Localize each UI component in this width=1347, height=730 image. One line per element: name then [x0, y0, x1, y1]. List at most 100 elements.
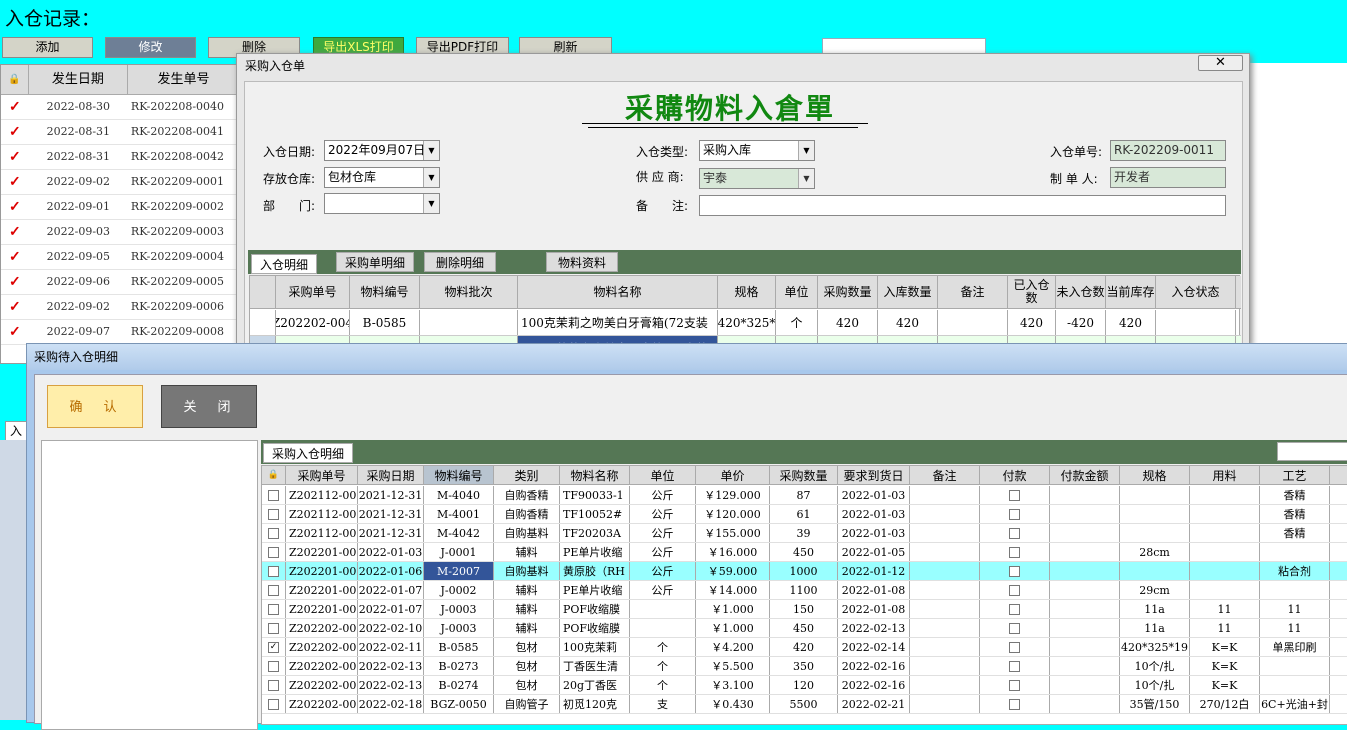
- table-row[interactable]: ✓ 2022-09-06 RK-202209-0005: [1, 270, 239, 295]
- row-select[interactable]: [262, 676, 286, 694]
- table-row[interactable]: ✓ 2022-09-02 RK-202209-0001: [1, 170, 239, 195]
- paid-checkbox[interactable]: [1009, 679, 1020, 691]
- paid-cell[interactable]: [980, 676, 1050, 694]
- paid-cell[interactable]: [980, 619, 1050, 637]
- row-select[interactable]: [262, 657, 286, 675]
- col-10[interactable]: 已入仓数: [1008, 276, 1056, 308]
- date-field[interactable]: 2022年09月07日 ▼: [324, 140, 440, 161]
- col-10[interactable]: 备注: [910, 466, 980, 484]
- tab-in-detail[interactable]: 入仓明细: [251, 254, 317, 274]
- row-select[interactable]: [262, 486, 286, 504]
- paid-cell[interactable]: [980, 486, 1050, 504]
- table-row[interactable]: ✓ 2022-08-30 RK-202208-0040: [1, 95, 239, 120]
- table-row[interactable]: Z202201-00 2022-01-07 J-0003 辅料 POF收缩膜 ￥1.000…: [262, 600, 1347, 619]
- col-4[interactable]: 类别: [494, 466, 560, 484]
- checkbox[interactable]: [268, 489, 279, 501]
- checkbox[interactable]: [268, 698, 279, 710]
- col-3[interactable]: 物料批次: [420, 276, 518, 308]
- chevron-down-icon[interactable]: ▼: [798, 141, 814, 160]
- col-3[interactable]: 物料编号: [424, 466, 494, 484]
- paid-checkbox[interactable]: [1009, 698, 1020, 710]
- tab-po-detail[interactable]: 采购单明细: [336, 252, 414, 272]
- type-select[interactable]: 采购入库 ▼: [699, 140, 815, 161]
- table-row[interactable]: Z202201-00 2022-01-03 J-0001 辅料 PE单片收缩 公斤 ￥16.…: [262, 543, 1347, 562]
- add-button[interactable]: 添加: [2, 37, 93, 58]
- chevron-down-icon[interactable]: ▼: [423, 141, 439, 160]
- row-select[interactable]: [262, 581, 286, 599]
- table-row[interactable]: Z202201-00 2022-01-06 M-2007 自购基料 黄原胶（RH 公斤 ￥5…: [262, 562, 1347, 581]
- table-row[interactable]: Z202202-00 2022-02-13 B-0274 包材 20g丁香医个 ￥3.10…: [262, 676, 1347, 695]
- col-6[interactable]: 单位: [630, 466, 696, 484]
- row-select[interactable]: ✓: [262, 638, 286, 656]
- paid-cell[interactable]: [980, 600, 1050, 618]
- col-11[interactable]: 未入仓数: [1056, 276, 1106, 308]
- table-row[interactable]: ✓ 2022-09-05 RK-202209-0004: [1, 245, 239, 270]
- col-5[interactable]: 物料名称: [560, 466, 630, 484]
- chevron-down-icon[interactable]: ▼: [423, 168, 439, 187]
- tab-material[interactable]: 物料资料: [546, 252, 618, 272]
- col-1[interactable]: 采购单号: [276, 276, 350, 308]
- tab-delete-detail[interactable]: 删除明细: [424, 252, 496, 272]
- row-select[interactable]: [262, 543, 286, 561]
- paid-checkbox[interactable]: [1009, 641, 1020, 653]
- col-13[interactable]: 规格: [1120, 466, 1190, 484]
- paid-cell[interactable]: [980, 524, 1050, 542]
- col-12[interactable]: 当前库存: [1106, 276, 1156, 308]
- chevron-down-icon[interactable]: ▼: [798, 169, 814, 188]
- paid-checkbox[interactable]: [1009, 527, 1020, 539]
- col-15[interactable]: 工艺: [1260, 466, 1330, 484]
- col-8[interactable]: 入库数量: [878, 276, 938, 308]
- warehouse-select[interactable]: 包材仓库 ▼: [324, 167, 440, 188]
- table-row[interactable]: ✓ 2022-08-31 RK-202208-0042: [1, 145, 239, 170]
- table-row[interactable]: Z202202-00 2022-02-18 BGZ-0050 自购管子 初觅120克支 ￥…: [262, 695, 1347, 714]
- table-row[interactable]: Z202202-00 2022-02-10 J-0003 辅料 POF收缩膜 ￥1.000…: [262, 619, 1347, 638]
- checkbox[interactable]: [268, 660, 279, 672]
- checkbox[interactable]: [268, 679, 279, 691]
- col-date[interactable]: 发生日期: [29, 65, 128, 94]
- table-row[interactable]: ✓ 2022-09-07 RK-202209-0008: [1, 320, 239, 345]
- confirm-button[interactable]: 确 认: [47, 385, 143, 428]
- paid-checkbox[interactable]: [1009, 603, 1020, 615]
- table-row[interactable]: ✓ 2022-08-31 RK-202208-0041: [1, 120, 239, 145]
- col-8[interactable]: 采购数量: [770, 466, 838, 484]
- supplier-select[interactable]: 宇泰 ▼: [699, 168, 815, 189]
- table-row[interactable]: Z202112-00 2021-12-31 M-4042 自购基料 TF20203A 公斤…: [262, 524, 1347, 543]
- dept-select[interactable]: ▼: [324, 193, 440, 214]
- col-13[interactable]: 入仓状态: [1156, 276, 1236, 308]
- col-7[interactable]: 采购数量: [818, 276, 878, 308]
- edit-button[interactable]: 修改: [105, 37, 196, 58]
- checkbox[interactable]: [268, 584, 279, 596]
- checkbox[interactable]: [268, 546, 279, 558]
- col-4[interactable]: 物料名称: [518, 276, 718, 308]
- col-2[interactable]: 物料编号: [350, 276, 420, 308]
- col-1[interactable]: 采购单号: [286, 466, 358, 484]
- checkbox[interactable]: [268, 603, 279, 615]
- paid-checkbox[interactable]: [1009, 546, 1020, 558]
- table-row[interactable]: Z202112-00 2021-12-31 M-4001 自购香精 TF10052# 公斤…: [262, 505, 1347, 524]
- paid-cell[interactable]: [980, 638, 1050, 656]
- paid-cell[interactable]: [980, 543, 1050, 561]
- paid-cell[interactable]: [980, 562, 1050, 580]
- col-12[interactable]: 付款金额: [1050, 466, 1120, 484]
- table-row[interactable]: Z202201-00 2022-01-07 J-0002 辅料 PE单片收缩 公斤 ￥14.…: [262, 581, 1347, 600]
- checkbox[interactable]: [268, 527, 279, 539]
- row-select[interactable]: [262, 695, 286, 713]
- row-select[interactable]: [262, 505, 286, 523]
- checkbox[interactable]: [268, 622, 279, 634]
- chevron-down-icon[interactable]: ▼: [423, 194, 439, 213]
- remark-input[interactable]: [699, 195, 1226, 216]
- paid-cell[interactable]: [980, 505, 1050, 523]
- table-row[interactable]: ✓ Z202202-00 2022-02-11 B-0585 包材 100克茉莉个 ￥4.2…: [262, 638, 1347, 657]
- paid-cell[interactable]: [980, 581, 1050, 599]
- row-select[interactable]: [262, 600, 286, 618]
- table-row[interactable]: Z202202-00 2022-02-13 B-0273 包材 丁香医生清个 ￥5.500…: [262, 657, 1347, 676]
- paid-cell[interactable]: [980, 657, 1050, 675]
- checkbox[interactable]: [268, 508, 279, 520]
- col-no[interactable]: 发生单号: [128, 65, 239, 94]
- table-row[interactable]: ✓ 2022-09-03 RK-202209-0003: [1, 220, 239, 245]
- row-select[interactable]: [262, 619, 286, 637]
- paid-cell[interactable]: [980, 695, 1050, 713]
- table-row[interactable]: ✓ 2022-09-01 RK-202209-0002: [1, 195, 239, 220]
- row-select[interactable]: [262, 562, 286, 580]
- tab-pending[interactable]: 采购入仓明细: [263, 443, 353, 463]
